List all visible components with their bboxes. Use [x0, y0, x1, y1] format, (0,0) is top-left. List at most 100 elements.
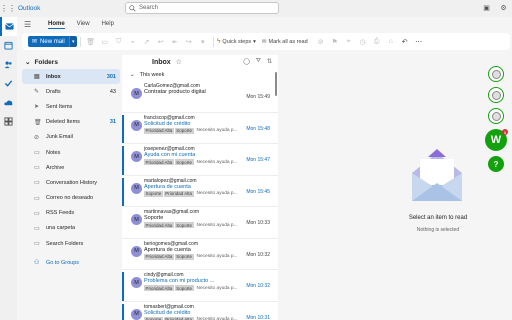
- addins-rail: W 1 ?: [485, 66, 508, 177]
- addin-status-icon[interactable]: [488, 66, 504, 82]
- folder-una-carpeta[interactable]: ▭ una carpeta: [22, 221, 120, 236]
- folders-title: Folders: [34, 58, 58, 66]
- addin-status-icon[interactable]: [488, 87, 504, 103]
- message-time: Mon 10:31: [246, 314, 270, 320]
- avatar: M: [131, 277, 142, 288]
- folder-label: Search Folders: [46, 240, 84, 247]
- people-app-icon[interactable]: [0, 55, 17, 74]
- gear-icon[interactable]: ⚙: [499, 3, 508, 12]
- folder-rss-feeds[interactable]: ▭ RSS Feeds: [22, 206, 120, 221]
- app-title[interactable]: Outlook: [18, 5, 40, 12]
- message-item[interactable]: Mcindy@gmail.com Problema con mi producto…: [122, 272, 278, 302]
- tag-icon[interactable]: ⊘: [314, 36, 328, 47]
- quick-steps-button[interactable]: ϟ Quick steps ▾: [217, 38, 256, 45]
- sweep-icon[interactable]: ⌁: [126, 36, 140, 47]
- folder-correo-no-deseado[interactable]: ▭ Correo no deseado: [22, 191, 120, 206]
- message-preview: Necesito ayuda p...: [196, 128, 238, 133]
- folder-label: Sent Items: [46, 103, 73, 110]
- translate-icon[interactable]: ⌂: [384, 36, 398, 47]
- sort-icon[interactable]: ⇅: [267, 58, 272, 65]
- message-item[interactable]: Mmartalopez@gmail.com Apertura de cuenta M…: [122, 177, 278, 207]
- folder-inbox[interactable]: ▤ Inbox 301: [22, 69, 120, 85]
- message-item[interactable]: Mberiogomes@gmail.com Apertura de cuenta M…: [122, 241, 278, 270]
- folder-conversation-history[interactable]: ▭ Conversation History: [22, 175, 120, 190]
- folder-junk-email[interactable]: ⊘ Junk Email: [22, 130, 120, 145]
- more-reply-icon[interactable]: ▾: [196, 36, 210, 47]
- group-header-this-week[interactable]: ⌄ This week: [122, 69, 278, 81]
- filter-icon[interactable]: ⛛: [256, 58, 261, 65]
- message-items: M CarlaGomez@gmail.com Contratar producto …: [122, 83, 278, 320]
- todo-app-icon[interactable]: [0, 74, 17, 93]
- notification-badge: 1: [502, 129, 508, 135]
- folder-label: Notes: [46, 149, 61, 156]
- message-item[interactable]: Mjosepenez@gmail.com Ayuda con mi cuenta M…: [122, 146, 278, 176]
- folders-header[interactable]: ⌄ Folders: [22, 55, 120, 69]
- search-placeholder: Search: [139, 5, 159, 11]
- send-icon: ➤: [34, 104, 40, 111]
- search-icon: [129, 4, 136, 12]
- hamburger-menu-icon[interactable]: ☰: [24, 20, 36, 29]
- archive-icon: ▭: [34, 165, 40, 172]
- folder-drafts[interactable]: ✎ Drafts 43: [22, 84, 120, 99]
- message-item[interactable]: M CarlaGomez@gmail.com Contratar producto …: [122, 83, 278, 113]
- message-subject: Soporte: [144, 215, 164, 221]
- folder-notes[interactable]: ▭ Notes: [22, 145, 120, 160]
- folder-sent-items[interactable]: ➤ Sent Items: [22, 99, 120, 114]
- reading-pane: Select an item to read Nothing is select…: [281, 55, 481, 320]
- report-icon[interactable]: ⛉: [112, 36, 126, 47]
- new-mail-button[interactable]: ✉ New mail: [28, 36, 69, 47]
- help-icon[interactable]: ?: [488, 156, 504, 172]
- category-tag: Prioridad Alta: [144, 253, 174, 260]
- folder-label: Drafts: [46, 88, 61, 95]
- mail-app-icon[interactable]: [0, 17, 17, 36]
- message-item[interactable]: Mtomasberl@gmail.com Solicitud de crédito…: [122, 303, 278, 320]
- notes-icon: ▭: [34, 150, 40, 157]
- select-icon[interactable]: ◯: [243, 58, 250, 65]
- tab-view[interactable]: View: [77, 21, 90, 28]
- folder-deleted-items[interactable]: 🗑 Deleted Items 31: [22, 115, 120, 130]
- search-box[interactable]: Search: [125, 2, 279, 14]
- snooze-icon[interactable]: ◷: [356, 36, 370, 47]
- message-list: Inbox ☆ ◯ ⛛ ⇅ ⌄ This week M CarlaGomez@gm…: [122, 55, 278, 320]
- quick-steps-label: Quick steps: [222, 38, 252, 45]
- category-tag: Prioridad Alta: [163, 316, 194, 320]
- apps-app-icon[interactable]: [0, 112, 17, 131]
- archive-icon[interactable]: ▭: [98, 36, 112, 47]
- favorite-star-icon[interactable]: ☆: [176, 58, 182, 66]
- message-time: Mon 15:47: [246, 157, 270, 163]
- forward-icon[interactable]: ↪: [182, 36, 196, 47]
- scrollbar[interactable]: [275, 72, 277, 96]
- folder-label: Inbox: [46, 73, 61, 80]
- message-time: Mon 15:49: [246, 94, 270, 100]
- mark-all-read-button[interactable]: ✉ Mark all as read: [262, 39, 308, 45]
- onedrive-app-icon[interactable]: [0, 93, 17, 112]
- title-bar: ⋮⋮ Outlook Search ▣ ⚙: [0, 0, 512, 17]
- reply-icon[interactable]: ↩: [154, 36, 168, 47]
- calendar-app-icon[interactable]: [0, 36, 17, 55]
- flag-icon[interactable]: ⚑: [328, 36, 342, 47]
- avatar: M: [131, 308, 142, 320]
- addin-status-icon[interactable]: [488, 108, 504, 124]
- tab-help[interactable]: Help: [102, 21, 114, 28]
- category-tag: Prioridad Alta: [144, 127, 174, 134]
- reply-all-icon[interactable]: ↞: [168, 36, 182, 47]
- avatar: M: [131, 214, 142, 225]
- folder-search-folders[interactable]: ▭ Search Folders: [22, 236, 120, 251]
- tab-home[interactable]: Home: [48, 21, 65, 29]
- delete-icon[interactable]: 🗑: [84, 36, 98, 47]
- message-item[interactable]: Mmartinnavas@gmail.com Soporte Mon 10:33 Pr…: [122, 209, 278, 239]
- new-mail-dropdown[interactable]: ▾: [68, 36, 77, 47]
- app-launcher-icon[interactable]: ⋮⋮: [0, 0, 16, 17]
- go-to-groups-link[interactable]: ⚇ Go to Groups: [22, 255, 120, 270]
- teams-icon[interactable]: ▣: [482, 3, 491, 12]
- undo-icon[interactable]: ↶: [398, 36, 412, 47]
- addin-w-button[interactable]: W 1: [485, 129, 508, 151]
- print-icon[interactable]: ⎙: [370, 36, 384, 47]
- folder-archive[interactable]: ▭ Archive: [22, 160, 120, 175]
- category-tag: Soporte: [144, 190, 163, 197]
- pin-icon[interactable]: ⌖: [342, 36, 356, 47]
- move-to-icon[interactable]: ➚: [140, 36, 154, 47]
- divider: [212, 36, 214, 47]
- more-options-icon[interactable]: ⋯: [412, 36, 426, 47]
- message-item[interactable]: Mfranciscop@gmail.com Solicitud de crédit…: [122, 114, 278, 144]
